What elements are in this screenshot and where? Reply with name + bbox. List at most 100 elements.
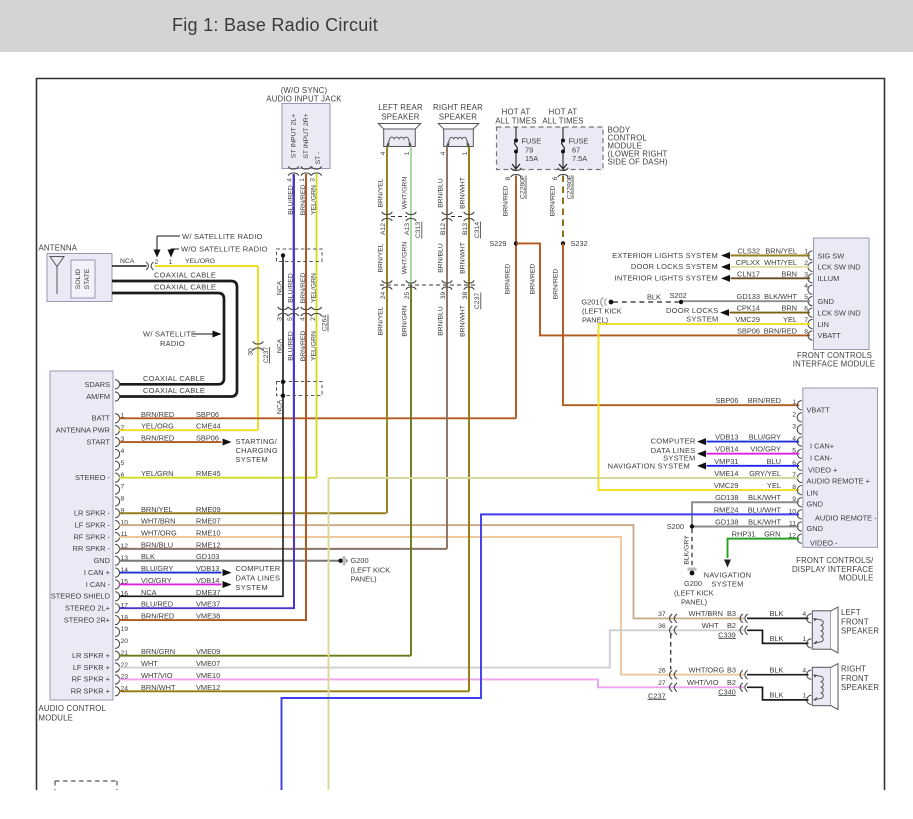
svg-text:2: 2 [155, 259, 159, 266]
svg-text:BRN/YEL: BRN/YEL [378, 178, 385, 207]
svg-text:LR SPKR -: LR SPKR - [74, 509, 111, 518]
svg-text:BRN/YEL: BRN/YEL [765, 247, 797, 256]
svg-text:S202: S202 [670, 291, 687, 300]
svg-text:FUSE: FUSE [569, 137, 589, 146]
svg-text:MODULE: MODULE [39, 714, 74, 723]
svg-text:CHARGING: CHARGING [236, 446, 278, 455]
svg-text:B2: B2 [727, 678, 736, 687]
svg-text:ST -: ST - [315, 152, 322, 165]
svg-text:S232: S232 [571, 239, 588, 248]
svg-text:C264: C264 [322, 315, 329, 331]
svg-text:B13: B13 [462, 223, 469, 235]
svg-text:1: 1 [462, 151, 469, 155]
svg-text:RIGHT REAR: RIGHT REAR [433, 103, 483, 112]
svg-text:VIO/GRY: VIO/GRY [750, 445, 781, 454]
svg-text:36: 36 [658, 623, 666, 630]
svg-text:S229: S229 [489, 239, 506, 248]
svg-text:VDB13: VDB13 [715, 433, 738, 442]
svg-text:G200: G200 [684, 579, 702, 588]
svg-text:4: 4 [380, 151, 387, 155]
svg-text:BRN/RED: BRN/RED [530, 264, 537, 295]
svg-text:INTERFACE MODULE: INTERFACE MODULE [793, 360, 875, 369]
svg-text:1: 1 [299, 178, 306, 182]
svg-text:24: 24 [380, 292, 387, 300]
svg-text:8: 8 [505, 176, 512, 180]
svg-text:S200: S200 [667, 522, 684, 531]
svg-text:SYSTEM: SYSTEM [236, 583, 268, 592]
svg-text:1: 1 [169, 259, 173, 266]
svg-text:BLU/RED: BLU/RED [288, 331, 295, 361]
svg-text:GRN: GRN [764, 530, 780, 539]
svg-text:8: 8 [804, 328, 808, 335]
svg-text:RR SPKR -: RR SPKR - [73, 544, 111, 553]
svg-text:WHT/YEL: WHT/YEL [764, 258, 797, 267]
svg-text:NCA: NCA [277, 399, 284, 414]
svg-text:VMP31: VMP31 [714, 457, 738, 466]
svg-text:A13: A13 [404, 223, 411, 235]
svg-text:BLK/GRY: BLK/GRY [684, 535, 691, 565]
svg-text:I CAN-: I CAN- [810, 454, 833, 463]
svg-text:SYSTEM: SYSTEM [686, 315, 718, 324]
svg-text:BRN: BRN [781, 269, 797, 278]
svg-text:BRN/RED: BRN/RED [764, 326, 797, 335]
svg-text:LR SPKR +: LR SPKR + [72, 651, 110, 660]
svg-text:NCA: NCA [277, 280, 284, 295]
svg-text:C313: C313 [415, 222, 422, 238]
svg-text:START: START [86, 437, 110, 446]
svg-text:SOLID: SOLID [75, 269, 82, 289]
svg-text:VIDEO +: VIDEO + [808, 466, 837, 475]
svg-text:ALL TIMES: ALL TIMES [542, 116, 583, 125]
svg-text:YEL/GRN: YEL/GRN [311, 273, 318, 303]
svg-text:4: 4 [802, 668, 806, 675]
svg-text:CPK14: CPK14 [737, 304, 760, 313]
svg-text:NCA: NCA [120, 258, 135, 265]
svg-text:NCA: NCA [277, 338, 284, 353]
svg-text:4: 4 [804, 283, 808, 290]
svg-text:SDARS: SDARS [85, 380, 111, 389]
svg-text:4: 4 [121, 448, 125, 455]
svg-text:B2: B2 [727, 621, 736, 630]
svg-text:W/ SATELLITE: W/ SATELLITE [143, 330, 196, 339]
svg-text:DME37: DME37 [196, 588, 221, 597]
svg-text:GRY/YEL: GRY/YEL [749, 469, 781, 478]
svg-text:STEREO 2L+: STEREO 2L+ [65, 604, 110, 613]
svg-text:A12: A12 [380, 223, 387, 235]
svg-text:BLK: BLK [647, 292, 661, 301]
svg-text:SPEAKER: SPEAKER [841, 683, 879, 692]
svg-text:1: 1 [802, 636, 806, 643]
svg-text:(LEFT KICK: (LEFT KICK [351, 565, 391, 574]
svg-text:VMC29: VMC29 [735, 315, 760, 324]
svg-text:BRN/YEL: BRN/YEL [378, 243, 385, 272]
svg-text:BLK: BLK [770, 609, 784, 618]
svg-text:NAVIGATION SYSTEM: NAVIGATION SYSTEM [608, 462, 690, 471]
svg-text:COMPUTER: COMPUTER [236, 564, 281, 573]
svg-text:RME24: RME24 [714, 505, 739, 514]
svg-text:FRONT: FRONT [841, 617, 869, 626]
svg-text:(LEFT KICK: (LEFT KICK [582, 307, 622, 316]
svg-text:I CAN +: I CAN + [84, 568, 110, 577]
svg-text:WHT/VIO: WHT/VIO [687, 678, 719, 687]
svg-text:7: 7 [121, 484, 125, 491]
svg-text:BLU/WHT: BLU/WHT [748, 505, 782, 514]
svg-text:I CAN -: I CAN - [86, 580, 111, 589]
svg-text:BRN/WHT: BRN/WHT [460, 177, 467, 209]
svg-text:C2280E: C2280E [567, 174, 574, 199]
svg-text:BRN/BLU: BRN/BLU [438, 243, 445, 273]
svg-text:SPEAKER: SPEAKER [439, 113, 477, 122]
svg-text:B3: B3 [727, 666, 736, 675]
svg-text:LEFT REAR: LEFT REAR [378, 103, 423, 112]
svg-text:CLN17: CLN17 [737, 269, 760, 278]
svg-text:G201: G201 [581, 298, 599, 307]
svg-text:COAXIAL CABLE: COAXIAL CABLE [143, 386, 205, 395]
svg-text:7: 7 [804, 317, 808, 324]
svg-text:LEFT: LEFT [841, 608, 861, 617]
svg-text:BLK/WHT: BLK/WHT [764, 292, 797, 301]
svg-text:CPLXX: CPLXX [736, 258, 760, 267]
svg-text:BLK: BLK [770, 666, 784, 675]
svg-text:3: 3 [277, 317, 284, 321]
svg-text:BLU/RED: BLU/RED [288, 273, 295, 303]
svg-text:NAVIGATION: NAVIGATION [704, 570, 752, 579]
svg-text:LIN: LIN [818, 320, 830, 329]
svg-text:GND: GND [807, 500, 823, 509]
svg-text:STEREO 2R+: STEREO 2R+ [64, 615, 110, 624]
